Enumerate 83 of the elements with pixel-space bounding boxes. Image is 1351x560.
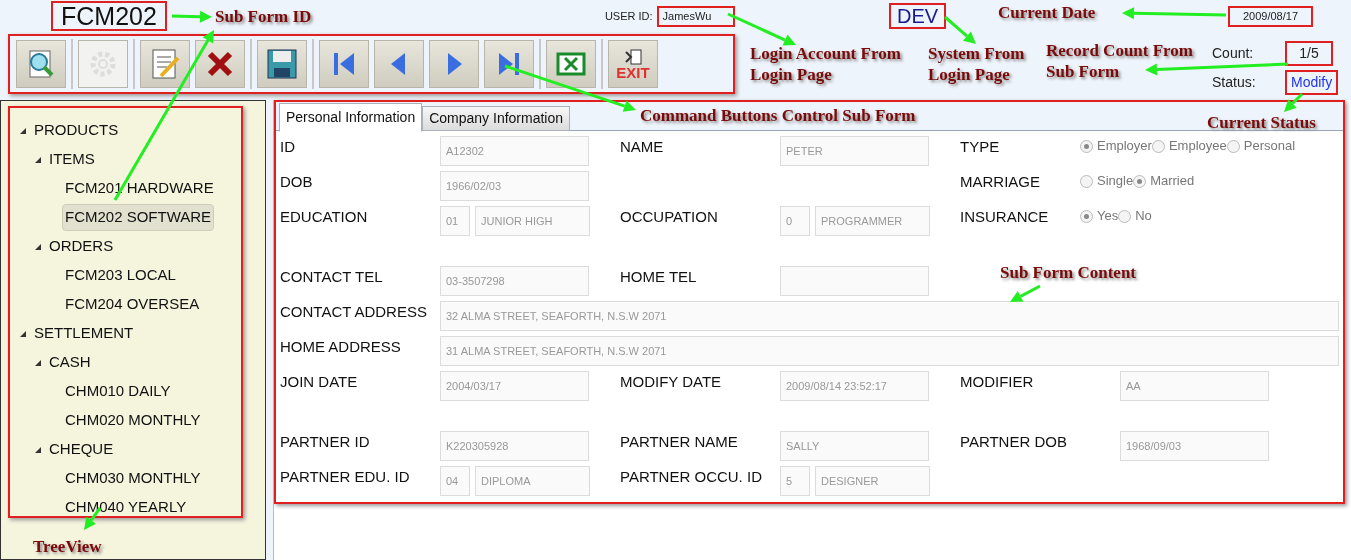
tree-item[interactable]: FCM203 LOCAL bbox=[62, 262, 179, 289]
text-field[interactable]: 03-3507298 bbox=[440, 266, 589, 296]
field-label: DOB bbox=[280, 172, 314, 192]
field-label: MARRIAGE bbox=[960, 172, 1041, 192]
user-id-value: JamesWu bbox=[656, 6, 735, 27]
text-field[interactable]: 31 ALMA STREET, SEAFORTH, N.S.W 2071 bbox=[440, 336, 1339, 366]
field-label: HOME ADDRESS bbox=[280, 337, 402, 357]
text-field[interactable]: 1966/02/03 bbox=[440, 171, 589, 201]
status-value: Modify bbox=[1285, 69, 1339, 95]
radio-label: No bbox=[1135, 207, 1152, 226]
text-field[interactable]: 2004/03/17 bbox=[440, 371, 589, 401]
field-label: JOIN DATE bbox=[280, 372, 359, 392]
tab[interactable]: Company Information bbox=[422, 106, 571, 131]
annotation-label: Command Buttons Control Sub Form bbox=[640, 105, 917, 126]
code-field[interactable]: 5 bbox=[780, 466, 810, 496]
exit-button[interactable]: EXIT bbox=[608, 40, 658, 88]
tree-item[interactable]: CHM030 MONTHLY bbox=[62, 465, 204, 492]
text-field[interactable]: PETER bbox=[780, 136, 929, 166]
field-label: ID bbox=[280, 137, 296, 157]
field-label: CONTACT TEL bbox=[280, 267, 384, 287]
code-field[interactable]: 04 bbox=[440, 466, 470, 496]
field-label: HOME TEL bbox=[620, 267, 698, 287]
annotation-label: Record Count From Sub Form bbox=[1046, 40, 1194, 82]
field-label: CONTACT ADDRESS bbox=[280, 302, 428, 322]
code-field[interactable]: 01 bbox=[440, 206, 470, 236]
tree-item[interactable]: CHEQUE bbox=[46, 436, 117, 463]
field-label: PARTNER ID bbox=[280, 432, 371, 452]
tree-item[interactable]: ORDERS bbox=[46, 233, 117, 260]
text-field[interactable]: 32 ALMA STREET, SEAFORTH, N.S.W 2071 bbox=[440, 301, 1339, 331]
tree-item[interactable]: CHM010 DAILY bbox=[62, 378, 174, 405]
code-field[interactable]: 0 bbox=[780, 206, 810, 236]
text-field[interactable]: A12302 bbox=[440, 136, 589, 166]
radio-label: Yes bbox=[1097, 207, 1119, 226]
status-label: Status: bbox=[1212, 72, 1257, 92]
description-field[interactable]: DESIGNER bbox=[815, 466, 930, 496]
description-field[interactable]: DIPLOMA bbox=[475, 466, 590, 496]
text-field[interactable]: SALLY bbox=[780, 431, 929, 461]
field-label: PARTNER DOB bbox=[960, 432, 1068, 452]
system-name: DEV bbox=[889, 3, 947, 29]
text-field[interactable]: 1968/09/03 bbox=[1120, 431, 1269, 461]
tree-item[interactable]: PRODUCTS bbox=[31, 117, 122, 144]
description-field[interactable]: PROGRAMMER bbox=[815, 206, 930, 236]
annotation-label: Current Status bbox=[1207, 112, 1317, 133]
radio-label: Married bbox=[1150, 172, 1195, 191]
tree-item[interactable]: FCM201 HARDWARE bbox=[62, 175, 217, 202]
form-id: FCM202 bbox=[51, 1, 167, 31]
tab[interactable]: Personal Information bbox=[279, 103, 423, 132]
text-field[interactable]: 2009/08/14 23:52:17 bbox=[780, 371, 929, 401]
tree-item[interactable]: FCM202 SOFTWARE bbox=[62, 204, 215, 231]
field-label: PARTNER OCCU. ID bbox=[620, 467, 763, 487]
annotation-label: Current Date bbox=[998, 2, 1097, 23]
annotation-label: Login Account From Login Page bbox=[750, 43, 902, 85]
annotation-label: TreeView bbox=[33, 536, 103, 557]
user-id-label: USER ID: bbox=[604, 9, 653, 24]
exit-label: EXIT bbox=[616, 64, 650, 80]
record-count: 1/5 bbox=[1285, 40, 1333, 66]
count-label: Count: bbox=[1212, 43, 1255, 63]
tree-item[interactable]: CHM020 MONTHLY bbox=[62, 407, 204, 434]
field-label: EDUCATION bbox=[280, 207, 369, 227]
radio-label: Single bbox=[1097, 172, 1134, 191]
tree-item[interactable]: ITEMS bbox=[46, 146, 98, 173]
field-label: OCCUPATION bbox=[620, 207, 719, 227]
annotation-label: Sub Form Content bbox=[1000, 262, 1137, 283]
field-label: PARTNER NAME bbox=[620, 432, 739, 452]
current-date: 2009/08/17 bbox=[1228, 6, 1313, 27]
text-field[interactable]: K220305928 bbox=[440, 431, 589, 461]
radio-label: Employee bbox=[1168, 137, 1227, 156]
field-label: MODIFY DATE bbox=[620, 372, 723, 392]
radio-label: Employer bbox=[1097, 137, 1152, 156]
text-field[interactable]: AA bbox=[1120, 371, 1269, 401]
description-field[interactable]: JUNIOR HIGH bbox=[475, 206, 590, 236]
field-label: NAME bbox=[620, 137, 665, 157]
tree-item[interactable]: FCM204 OVERSEA bbox=[62, 291, 203, 318]
field-label: PARTNER EDU. ID bbox=[280, 467, 411, 487]
field-label: TYPE bbox=[960, 137, 1001, 157]
radio-label: Personal bbox=[1243, 137, 1296, 156]
field-label: INSURANCE bbox=[960, 207, 1050, 227]
tree-item[interactable]: SETTLEMENT bbox=[31, 320, 137, 347]
annotation-label: Sub Form ID bbox=[215, 6, 313, 27]
tree-item[interactable]: CHM040 YEARLY bbox=[62, 494, 190, 521]
annotation-label: System From Login Page bbox=[928, 43, 1026, 85]
tree-item[interactable]: CASH bbox=[46, 349, 94, 376]
field-label: MODIFIER bbox=[960, 372, 1035, 392]
